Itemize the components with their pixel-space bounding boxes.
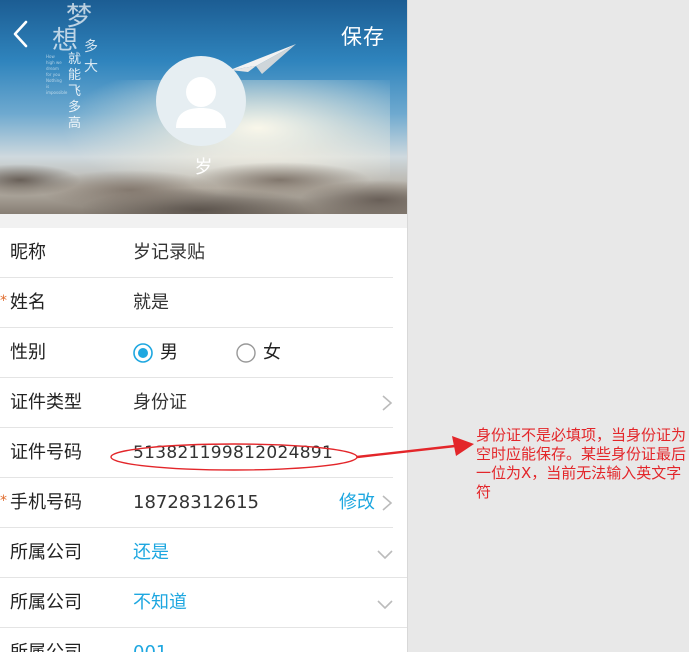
nickname-row[interactable]: 昵称 岁记录贴 bbox=[0, 228, 393, 278]
name-value[interactable]: 就是 bbox=[133, 278, 169, 328]
avatar-name: 岁 bbox=[194, 157, 213, 178]
annotation-arrow-head bbox=[452, 436, 474, 456]
poster-tiny-text: How high we dream for you Nothing is imp… bbox=[46, 54, 68, 95]
id-number-input[interactable]: 513821199812024891 bbox=[133, 428, 363, 478]
phone-value: 18728312615 bbox=[133, 492, 259, 513]
required-mark: * bbox=[0, 293, 7, 309]
gender-male-radio-checked[interactable] bbox=[133, 343, 153, 363]
required-mark: * bbox=[0, 493, 7, 509]
company-value[interactable]: 001 bbox=[133, 628, 167, 652]
id-number-row: 证件号码 513821199812024891 bbox=[0, 428, 393, 478]
profile-form: 昵称 岁记录贴 * 姓名 就是 性别 男 女 证件类型 身份证 证件号码 513… bbox=[0, 228, 407, 652]
company-row-2[interactable]: 所属公司 不知道 bbox=[0, 578, 407, 628]
annotation-note: 身份证不是必填项，当身份证为空时应能保存。某些身份证最后一位为X，当前无法输入英… bbox=[476, 426, 687, 501]
save-button[interactable]: 保存 bbox=[341, 21, 385, 51]
chevron-down-icon[interactable] bbox=[377, 599, 393, 609]
gender-male-label[interactable]: 男 bbox=[160, 328, 178, 378]
gender-row: 性别 男 女 bbox=[0, 328, 393, 378]
id-type-row[interactable]: 证件类型 身份证 bbox=[0, 378, 393, 428]
company-row-1[interactable]: 所属公司 还是 bbox=[0, 528, 407, 578]
company-label: 所属公司 bbox=[10, 628, 82, 652]
user-silhouette-icon bbox=[176, 77, 226, 128]
poster-small-text: 多大 bbox=[84, 39, 98, 75]
chevron-left-icon bbox=[13, 20, 28, 48]
phone-row: * 手机号码 18728312615 修改 bbox=[0, 478, 393, 528]
chevron-right-icon[interactable] bbox=[381, 495, 393, 511]
chevron-down-icon[interactable] bbox=[377, 549, 393, 559]
name-row[interactable]: * 姓名 就是 bbox=[0, 278, 393, 328]
gender-female-radio[interactable] bbox=[236, 343, 256, 363]
company-row-3[interactable]: 所属公司 001 bbox=[0, 628, 407, 652]
nickname-label: 昵称 bbox=[10, 242, 46, 263]
gender-label: 性别 bbox=[10, 342, 46, 363]
avatar[interactable] bbox=[156, 56, 246, 146]
id-type-value: 身份证 bbox=[133, 392, 187, 413]
id-number-label: 证件号码 bbox=[10, 442, 82, 463]
nickname-value[interactable]: 岁记录贴 bbox=[133, 228, 205, 278]
poster-vertical-text: 就能飞多高 bbox=[68, 52, 82, 131]
phone-screen: 梦 想 多大 就能飞多高 How high we dream for you N… bbox=[0, 0, 408, 652]
back-button[interactable] bbox=[10, 18, 36, 50]
phone-label: 手机号码 bbox=[10, 492, 82, 513]
profile-header: 梦 想 多大 就能飞多高 How high we dream for you N… bbox=[0, 0, 407, 218]
company-value[interactable]: 还是 bbox=[133, 528, 169, 578]
company-label: 所属公司 bbox=[10, 542, 82, 563]
modify-phone-button[interactable]: 修改 bbox=[339, 478, 375, 528]
company-value[interactable]: 不知道 bbox=[133, 578, 187, 628]
chevron-right-icon bbox=[382, 395, 393, 411]
company-label: 所属公司 bbox=[10, 592, 82, 613]
name-label: 姓名 bbox=[10, 292, 46, 313]
header-divider bbox=[0, 214, 407, 228]
id-type-label: 证件类型 bbox=[10, 392, 82, 413]
gender-female-label[interactable]: 女 bbox=[263, 328, 281, 378]
